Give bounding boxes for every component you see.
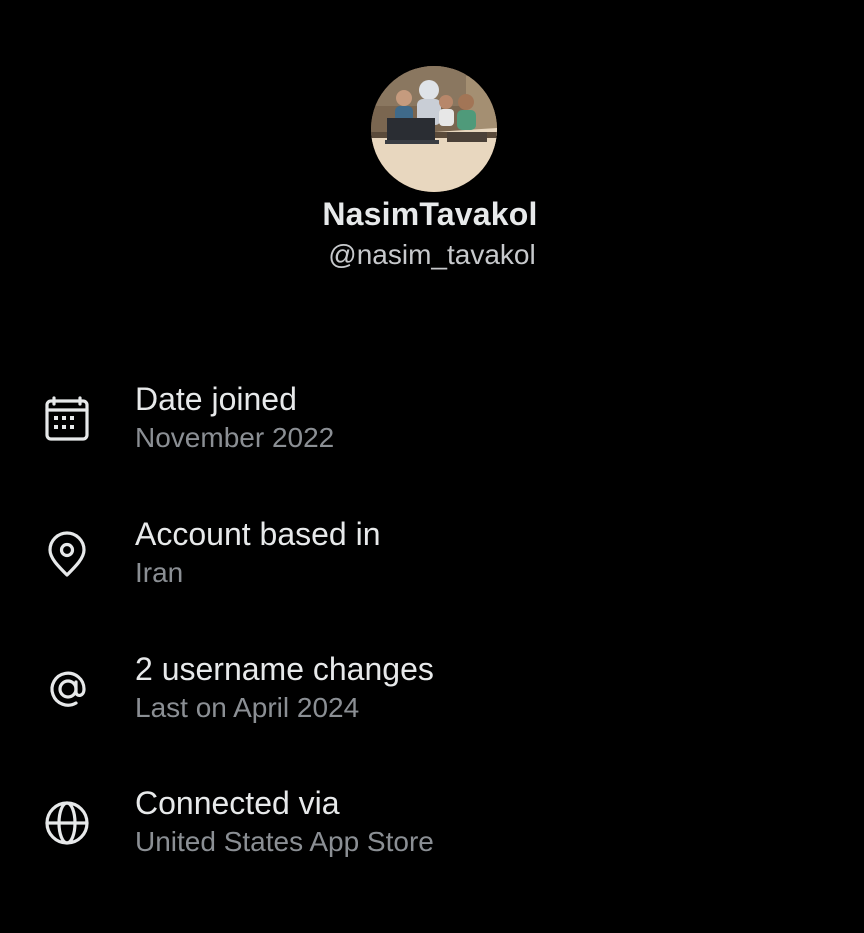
account-based-in-value: Iran: [135, 557, 184, 588]
account-based-in-row: Account based in Iran: [0, 516, 864, 616]
globe-icon: [38, 797, 98, 857]
username-changes-value: Last on April 2024: [135, 692, 360, 723]
date-joined-row: Date joined November 2022: [0, 381, 864, 481]
location-pin-icon: [38, 530, 98, 590]
date-joined-value: November 2022: [135, 422, 335, 453]
display-name: NasimTavakol: [322, 196, 538, 232]
username-changes-title: 2 username changes: [135, 651, 434, 687]
username-handle: @nasim_tavakol: [328, 239, 536, 270]
connected-via-row: Connected via United States App Store: [0, 785, 864, 885]
username-changes-row: 2 username changes Last on April 2024: [0, 651, 864, 751]
at-sign-icon: [38, 663, 98, 723]
calendar-icon: [38, 395, 98, 455]
account-based-in-title: Account based in: [135, 516, 381, 552]
connected-via-title: Connected via: [135, 785, 340, 821]
date-joined-title: Date joined: [135, 381, 297, 417]
avatar[interactable]: [371, 66, 497, 192]
connected-via-value: United States App Store: [135, 826, 434, 857]
